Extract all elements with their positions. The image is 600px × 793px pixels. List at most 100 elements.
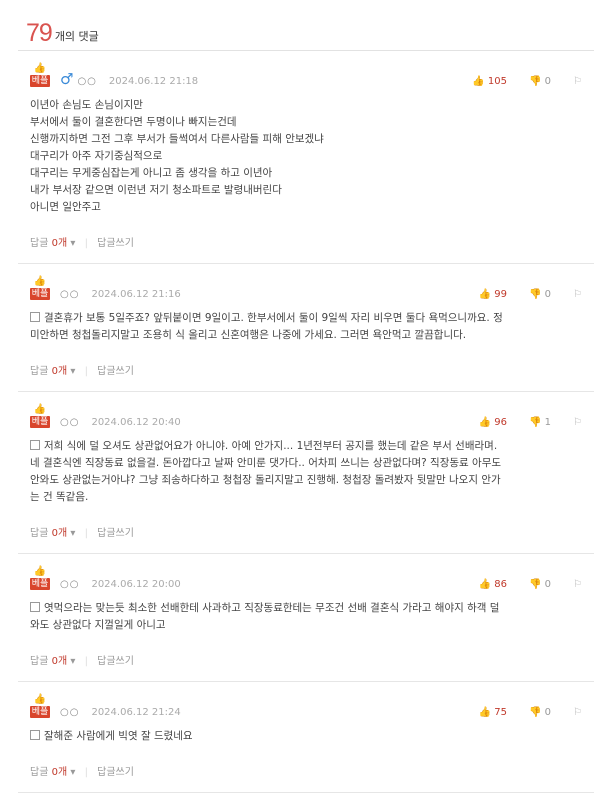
male-icon: ♂	[60, 70, 74, 88]
comment-box-icon	[30, 440, 40, 450]
nickname[interactable]: ○○	[60, 417, 79, 428]
comment-line: 신행까지하면 그전 그후 부서가 들썩여서 다른사람들 피해 안보겠냐	[30, 133, 324, 145]
thumbs-down-icon: 👎	[529, 417, 542, 428]
comment-line: 잘해준 사람에게 빅엿 잘 드렸네요	[30, 728, 582, 745]
reply-count: 0개	[51, 366, 68, 377]
comment-date: 2024.06.12 21:18	[108, 76, 199, 87]
comment-line: 미안하면 청첩돌리지말고 조용히 식 올리고 신혼여행은 나중에 가세요. 그러…	[30, 329, 467, 341]
comment-line: 이년아 손님도 손님이지만	[30, 99, 143, 111]
comment-line: 결혼휴가 보통 5일주죠? 앞뒤붙이면 9일이고. 한부서에서 둘이 9일씩 자…	[30, 310, 582, 327]
comment-body: 결혼휴가 보통 5일주죠? 앞뒤붙이면 9일이고. 한부서에서 둘이 9일씩 자…	[30, 300, 582, 344]
caret-down-icon: ▾	[70, 656, 76, 667]
comment-footer: 답글 0개 ▾ | 답글쓰기	[30, 634, 582, 681]
comment-line: 부서에서 둘이 결혼한다면 두명이나 빠지는건데	[30, 116, 237, 128]
comment-count: 79	[26, 19, 53, 47]
best-label: 베플	[29, 288, 51, 300]
dislike-button[interactable]: 👎 0	[529, 289, 551, 300]
comment-line: 는 건 똑같음.	[30, 491, 89, 503]
comment-actions: 👍 105 👎 0 ⚐	[472, 76, 582, 87]
like-count: 75	[494, 707, 508, 718]
like-button[interactable]: 👍 99	[479, 289, 507, 300]
comment-count-label: 개의 댓글	[54, 30, 99, 43]
write-reply-link[interactable]: 답글쓰기	[97, 366, 134, 377]
report-icon[interactable]: ⚐	[573, 707, 582, 718]
report-icon[interactable]: ⚐	[573, 417, 582, 428]
thumbs-down-icon: 👎	[529, 76, 542, 87]
comment-date: 2024.06.12 20:00	[91, 579, 181, 590]
nickname[interactable]: ○○	[77, 76, 96, 87]
thumbs-up-icon: 👍	[478, 579, 492, 590]
reply-toggle[interactable]: 답글 0개 ▾	[30, 366, 75, 377]
like-count: 96	[494, 417, 508, 428]
dislike-button[interactable]: 👎 0	[529, 76, 551, 87]
comment-line: 저희 식에 덜 오셔도 상관없어요가 아니야. 아예 안가지... 1년전부터 …	[30, 438, 582, 455]
comment-text: 잘해준 사람에게 빅엿 잘 드렸네요	[44, 730, 193, 742]
report-icon[interactable]: ⚐	[573, 289, 582, 300]
comment-actions: 👍 86 👎 0 ⚐	[479, 579, 582, 590]
like-button[interactable]: 👍 96	[479, 417, 507, 428]
reply-toggle[interactable]: 답글 0개 ▾	[30, 656, 75, 667]
comment-header: 79 개의 댓글	[26, 14, 99, 46]
reply-toggle[interactable]: 답글 0개 ▾	[30, 528, 75, 539]
like-button[interactable]: 👍 75	[479, 707, 507, 718]
like-count: 105	[487, 76, 508, 87]
reply-label: 답글	[30, 238, 49, 249]
nickname[interactable]: ○○	[60, 289, 79, 300]
like-count: 86	[494, 579, 508, 590]
divider: |	[84, 238, 88, 249]
comment-line: 네 결혼식엔 직장동료 없을걸. 돈아깝다고 날짜 안미룬 댓가다.. 어차피 …	[30, 457, 502, 469]
comment-line: 안와도 상관없는거아냐? 그냥 죄송하다하고 청첩장 돌리지말고 진행해. 청첩…	[30, 474, 501, 486]
nickname[interactable]: ○○	[60, 579, 79, 590]
best-label: 베플	[29, 75, 51, 87]
thumbs-up-icon: 👍	[478, 417, 492, 428]
write-reply-link[interactable]: 답글쓰기	[97, 767, 134, 778]
comment-list: 👍 베플 ♂ ○○ 2024.06.12 21:18 👍 105 👎 0 ⚐ 이…	[18, 50, 594, 793]
report-icon[interactable]: ⚐	[573, 579, 582, 590]
comment-meta: 👍 베플 ○○ 2024.06.12 20:00 👍 86 👎 0 ⚐	[29, 554, 582, 590]
reply-label: 답글	[30, 366, 49, 377]
comment-line: 대구리가 아주 자기중심적으로	[30, 150, 163, 162]
divider: |	[84, 767, 88, 778]
comment-line: 내가 부서장 같으면 이런년 저기 청소파트로 발령내버린다	[30, 184, 282, 196]
reply-toggle[interactable]: 답글 0개 ▾	[30, 238, 75, 249]
dislike-button[interactable]: 👎 0	[529, 707, 551, 718]
comment-line: 대구리는 무게중심잡는게 아니고 좀 생각을 하고 이년아	[30, 167, 273, 179]
like-count: 99	[494, 289, 508, 300]
best-badge: 👍 베플	[29, 63, 51, 87]
nickname[interactable]: ○○	[60, 707, 79, 718]
dislike-count: 0	[544, 579, 552, 590]
reply-label: 답글	[30, 528, 49, 539]
like-button[interactable]: 👍 105	[472, 76, 507, 87]
comment-meta: 👍 베플 ♂ ○○ 2024.06.12 21:18 👍 105 👎 0 ⚐	[29, 51, 582, 88]
best-badge: 👍 베플	[29, 566, 51, 590]
report-icon[interactable]: ⚐	[573, 76, 582, 87]
best-label: 베플	[29, 706, 51, 718]
comment-box-icon	[30, 730, 40, 740]
comment-date: 2024.06.12 21:24	[91, 707, 181, 718]
write-reply-link[interactable]: 답글쓰기	[97, 238, 134, 249]
dislike-button[interactable]: 👎 1	[529, 417, 551, 428]
comment-footer: 답글 0개 ▾ | 답글쓰기	[30, 344, 582, 391]
thumbs-down-icon: 👎	[529, 707, 542, 718]
comment-date: 2024.06.12 20:40	[91, 417, 181, 428]
thumbs-up-icon: 👍	[33, 276, 47, 287]
thumbs-up-icon: 👍	[33, 63, 47, 74]
divider: |	[84, 528, 88, 539]
comment-footer: 답글 0개 ▾ | 답글쓰기	[30, 745, 582, 792]
comment-item: 👍 베플 ○○ 2024.06.12 21:16 👍 99 👎 0 ⚐ 결혼휴가…	[18, 264, 594, 392]
thumbs-up-icon: 👍	[472, 76, 485, 87]
comment-line: 와도 상관없다 지껄일게 아니고	[30, 619, 166, 631]
like-button[interactable]: 👍 86	[479, 579, 507, 590]
thumbs-up-icon: 👍	[478, 289, 492, 300]
comment-meta: 👍 베플 ○○ 2024.06.12 20:40 👍 96 👎 1 ⚐	[29, 392, 582, 428]
comment-body: 이년아 손님도 손님이지만 부서에서 둘이 결혼한다면 두명이나 빠지는건데 신…	[30, 87, 582, 216]
comment-footer: 답글 0개 ▾ | 답글쓰기	[30, 216, 582, 263]
thumbs-up-icon: 👍	[33, 566, 47, 577]
write-reply-link[interactable]: 답글쓰기	[97, 656, 134, 667]
write-reply-link[interactable]: 답글쓰기	[97, 528, 134, 539]
comment-actions: 👍 96 👎 1 ⚐	[479, 417, 582, 428]
reply-count: 0개	[51, 656, 68, 667]
caret-down-icon: ▾	[70, 366, 76, 377]
reply-toggle[interactable]: 답글 0개 ▾	[30, 767, 75, 778]
dislike-button[interactable]: 👎 0	[529, 579, 551, 590]
